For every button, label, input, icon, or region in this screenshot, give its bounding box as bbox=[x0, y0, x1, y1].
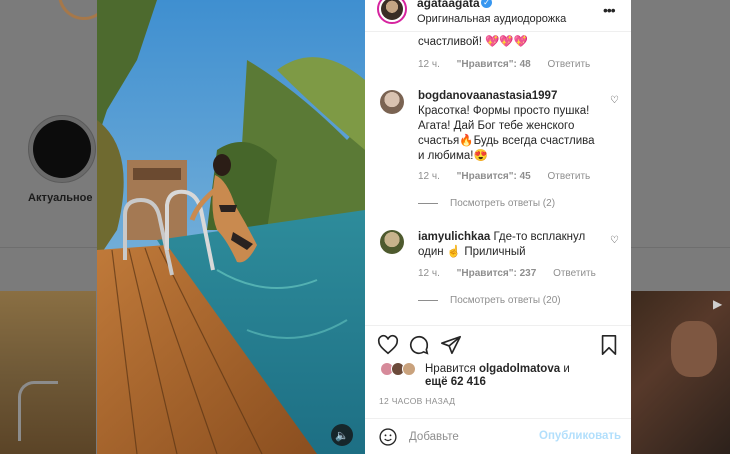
comment-likes[interactable]: "Нравится": 45 bbox=[457, 171, 531, 182]
comment-username[interactable]: iamyulichkaa bbox=[418, 231, 490, 243]
comment-body: iamyulichkaa Где-то всплакнул один ☝ При… bbox=[418, 230, 608, 260]
commenter-avatar[interactable] bbox=[380, 90, 404, 114]
likes-count[interactable]: ещё 62 416 bbox=[425, 376, 486, 388]
comment-line: счастья🔥Будь всегда счастлива bbox=[418, 135, 595, 147]
reply-button[interactable]: Ответить bbox=[548, 59, 591, 70]
share-send-icon[interactable] bbox=[440, 334, 462, 356]
comment-time: 12 ч. bbox=[418, 59, 440, 70]
publish-button[interactable]: Опубликовать bbox=[539, 430, 621, 442]
comment-meta: 12 ч. "Нравится": 237 Ответить bbox=[418, 268, 610, 279]
emoji-picker-icon[interactable] bbox=[378, 427, 398, 447]
post-photo[interactable]: 🔈 bbox=[97, 0, 365, 454]
comment-meta: 12 ч. "Нравится": 45 Ответить bbox=[418, 171, 604, 182]
reel-icon: ▶ bbox=[713, 297, 723, 311]
comment-input[interactable] bbox=[409, 428, 537, 446]
mute-toggle-button[interactable]: 🔈 bbox=[331, 424, 353, 446]
comment-likes[interactable]: "Нравится": 48 bbox=[457, 59, 531, 70]
story-highlight-label: Актуальное bbox=[28, 192, 93, 204]
post-side-panel: agataagata ✓ Оригинальная аудиодорожка •… bbox=[365, 0, 631, 454]
post-header: agataagata ✓ Оригинальная аудиодорожка •… bbox=[365, 0, 631, 32]
story-highlight-cover bbox=[33, 120, 91, 178]
comment-meta: 12 ч. "Нравится": 48 Ответить bbox=[418, 59, 604, 70]
reply-button[interactable]: Ответить bbox=[553, 268, 596, 279]
comment-text: счастливой! 💖💖💖 bbox=[418, 36, 529, 48]
comment-time: 12 ч. bbox=[418, 171, 440, 182]
save-bookmark-icon[interactable] bbox=[598, 334, 620, 356]
view-replies-button[interactable]: Посмотреть ответы (2) bbox=[418, 198, 555, 209]
comment-time: 12 ч. bbox=[418, 268, 440, 279]
commenter-avatar[interactable] bbox=[380, 230, 404, 254]
comment-username[interactable]: bogdanovaanastasia1997 bbox=[418, 89, 608, 104]
like-comment-heart-icon[interactable]: ♡ bbox=[610, 95, 619, 106]
verified-badge-icon: ✓ bbox=[481, 0, 492, 8]
view-replies-button[interactable]: Посмотреть ответы (20) bbox=[418, 295, 561, 306]
more-options-icon[interactable]: ••• bbox=[603, 2, 616, 18]
comment-bubble-icon[interactable] bbox=[408, 334, 430, 356]
likes-summary: Нравится olgadolmatova и ещё 62 416 bbox=[378, 362, 628, 392]
liked-by-text: Нравится olgadolmatova и bbox=[425, 363, 570, 375]
author-avatar[interactable] bbox=[377, 0, 407, 24]
comment-line: Красотка! Формы просто пушка! bbox=[418, 105, 590, 117]
story-highlight[interactable] bbox=[28, 115, 96, 183]
like-comment-heart-icon[interactable]: ♡ bbox=[610, 235, 619, 246]
reply-button[interactable]: Ответить bbox=[548, 171, 591, 182]
post-actions-bar bbox=[365, 325, 631, 361]
add-comment-bar: Опубликовать bbox=[365, 418, 631, 454]
grid-thumbnail-right[interactable]: ▶ bbox=[631, 291, 730, 454]
liked-by-user[interactable]: olgadolmatova bbox=[479, 363, 560, 375]
comment-body: bogdanovaanastasia1997 Красотка! Формы п… bbox=[418, 89, 608, 164]
comment-line: и любима!😍 bbox=[418, 150, 488, 162]
author-username[interactable]: agataagata bbox=[417, 0, 480, 10]
comment-line: Где-то всплакнул bbox=[493, 231, 586, 243]
post-timestamp: 12 ЧАСОВ НАЗАД bbox=[379, 396, 456, 406]
comments-list: счастливой! 💖💖💖 12 ч. "Нравится": 48 Отв… bbox=[365, 33, 631, 325]
grid-thumbnail-left[interactable] bbox=[0, 291, 96, 454]
speaker-icon: 🔈 bbox=[335, 429, 349, 442]
comment-line: Агата! Дай Бог тебе женского bbox=[418, 120, 575, 132]
audio-track-link[interactable]: Оригинальная аудиодорожка bbox=[417, 13, 566, 25]
comment-line: один ☝ Приличный bbox=[418, 246, 526, 258]
comment-likes[interactable]: "Нравится": 237 bbox=[457, 268, 537, 279]
like-heart-icon[interactable] bbox=[377, 334, 399, 356]
